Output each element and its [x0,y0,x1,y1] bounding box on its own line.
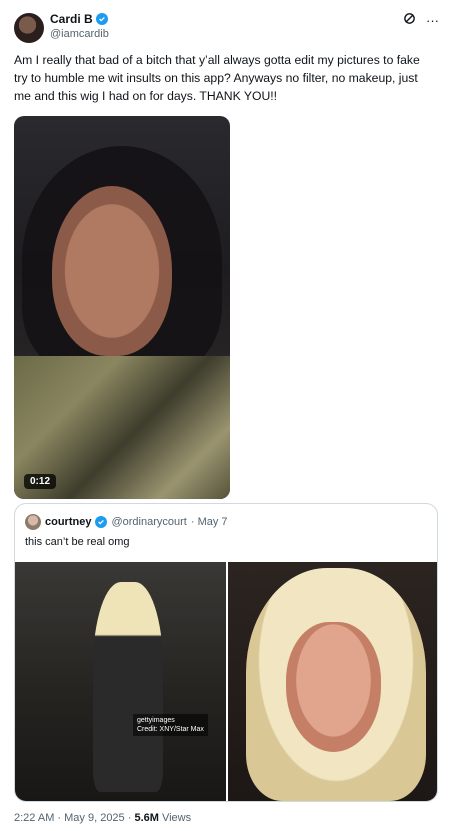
quoted-tweet-header: courtney @ordinarycourt · May 7 [25,514,228,530]
quoted-image-figure [93,582,163,792]
quoted-image-left[interactable]: gettyimages Credit: XNY/Star Max [15,562,226,801]
watermark-line2: Credit: XNY/Star Max [137,726,204,733]
quoted-image-face [286,622,381,752]
video-frame-face [52,186,172,356]
author-avatar[interactable] [14,13,44,43]
quoted-tweet-date: · May 7 [190,516,228,528]
author-name-row[interactable]: Cardi B [50,12,108,26]
getty-watermark: gettyimages Credit: XNY/Star Max [133,714,208,736]
verified-badge-icon [95,13,108,25]
tweet-timestamp[interactable]: 2:22 AM · May 9, 2025 · [14,812,134,824]
header-actions: ··· [403,12,439,28]
author-name[interactable]: Cardi B [50,12,93,26]
quoted-verified-badge-icon [95,516,108,528]
quoted-author-handle: @ordinarycourt [111,516,187,528]
tweet-meta-footer: 2:22 AM · May 9, 2025 · 5.6M Views [14,812,191,824]
more-icon[interactable]: ··· [426,13,439,28]
quoted-tweet-text: this can’t be real omg [25,536,130,548]
tweet-header: Cardi B @iamcardib ··· [14,10,439,44]
watermark-line1: gettyimages [137,717,175,724]
grok-icon[interactable] [403,12,416,28]
quoted-image-right[interactable] [228,562,437,801]
tweet-video[interactable]: 0:12 [14,116,230,499]
quoted-tweet[interactable]: courtney @ordinarycourt · May 7 this can… [14,503,438,802]
video-duration-badge: 0:12 [24,474,57,489]
quoted-author-name: courtney [45,516,92,528]
views-label: Views [158,812,192,824]
author-handle[interactable]: @iamcardib [50,28,109,40]
tweet-text: Am I really that bad of a bitch that y’a… [14,53,420,103]
quoted-author-avatar [25,514,41,530]
views-count: 5.6M [134,812,159,824]
